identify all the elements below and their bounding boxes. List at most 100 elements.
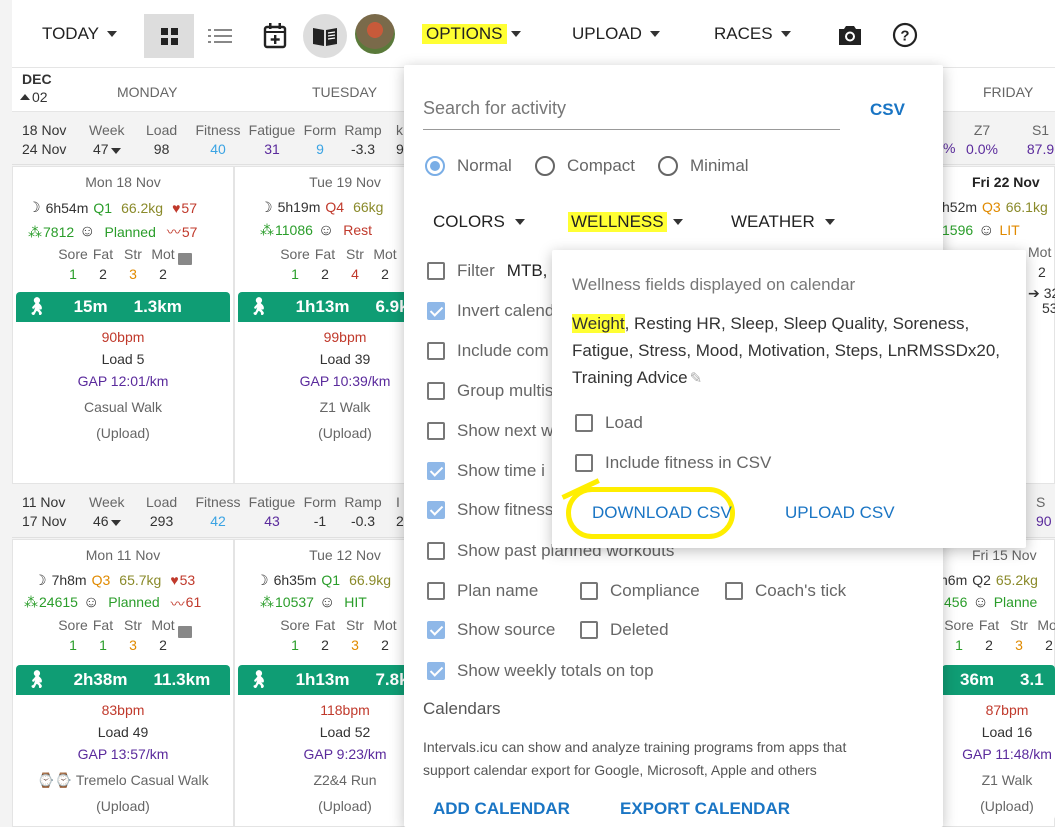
week-s1: S1 87.9	[1026, 122, 1055, 157]
week-pct: %	[943, 140, 956, 156]
cell-date: Fri 15 Nov	[972, 547, 1037, 563]
watch-icon: ⌚⌚	[37, 772, 73, 788]
weekly-totals-checkbox[interactable]: Show weekly totals on top	[427, 661, 654, 681]
chevron-up-icon	[20, 94, 30, 100]
wellness-submenu-title: Wellness fields displayed on calendar	[572, 275, 856, 294]
mode-minimal[interactable]: Minimal	[658, 156, 749, 176]
wellness-line-2: 456 ☺ Planne	[944, 594, 1038, 611]
mode-normal[interactable]: Normal	[425, 156, 512, 176]
week-number[interactable]: Week 46	[89, 493, 125, 531]
options-label: OPTIONS	[422, 24, 507, 44]
week-range: 18 Nov 24 Nov	[22, 122, 67, 157]
day-monday: MONDAY	[117, 84, 178, 100]
wellness-fields-list[interactable]: Weight, Resting HR, Sleep, Sleep Quality…	[572, 310, 1012, 392]
download-csv-button[interactable]: DOWNLOAD CSV	[592, 503, 732, 523]
comment-icon[interactable]	[178, 253, 192, 265]
comment-icon[interactable]	[178, 626, 192, 638]
activity-card[interactable]: 36m 3.1 87bpm Load 16 GAP 11:48/km Z1 Walk (U…	[942, 665, 1055, 820]
footsteps-icon: ⁂	[28, 223, 42, 240]
list-icon	[208, 29, 232, 43]
week-range: 11 Nov 17 Nov	[22, 494, 67, 529]
show-fitness-checkbox[interactable]: Show fitness	[427, 500, 553, 520]
csv-link[interactable]: CSV	[870, 100, 905, 120]
wellness-line-1: h6m Q2 65.2kg	[940, 572, 1038, 588]
camera-icon	[839, 26, 861, 45]
grid-icon	[160, 27, 178, 45]
races-label: RACES	[714, 24, 773, 43]
book-icon	[313, 28, 337, 46]
list-view-button[interactable]	[195, 14, 245, 58]
week-s: S 90	[1036, 494, 1052, 529]
walk-icon: 🚶︎	[26, 297, 48, 316]
invert-calendar-checkbox[interactable]: Invert calend	[427, 301, 554, 321]
today-dropdown[interactable]: TODAY	[42, 24, 117, 44]
add-calendar-button[interactable]: ADD CALENDAR	[433, 799, 570, 819]
plan-name-checkbox[interactable]: Plan name	[427, 581, 538, 601]
races-dropdown[interactable]: RACES	[714, 24, 791, 44]
edit-pencil-icon: ✎	[689, 370, 703, 387]
chevron-down-icon	[649, 31, 660, 37]
wellness-line-2: ⁂ 11086 ☺ Rest	[260, 222, 373, 239]
week-cut-col: k9	[396, 122, 404, 157]
export-calendar-button[interactable]: EXPORT CALENDAR	[620, 799, 790, 819]
week-ramp: Ramp -0.3	[344, 494, 382, 529]
help-button[interactable]: ?	[892, 22, 918, 48]
wellness-grid: Sore Fat Str Mot 1132	[58, 617, 175, 653]
day-number: 02	[32, 89, 48, 105]
wellness-value: 2	[1038, 264, 1046, 280]
moon-icon: ☽	[28, 199, 41, 215]
week-form: Form 9	[303, 122, 337, 157]
group-multisport-checkbox[interactable]: Group multis	[427, 381, 553, 401]
include-completed-checkbox[interactable]: Include com	[427, 341, 549, 361]
wellness-line-1: ☽ 5h19m Q4 66kg	[260, 199, 384, 215]
show-next-week-checkbox[interactable]: Show next w	[427, 421, 553, 441]
load-checkbox[interactable]: Load	[575, 413, 643, 433]
cell-date: Mon 18 Nov	[85, 174, 161, 190]
wellness-line-1: ☽ 7h8m Q3 65.7kg ♥ 53	[34, 572, 196, 588]
wellness-line-2: ⁂ 24615 ☺ Planned 〰 61	[24, 594, 202, 612]
search-input[interactable]: Search for activity	[423, 96, 840, 130]
weather-dropdown[interactable]: WEATHER	[731, 212, 835, 232]
compliance-checkbox[interactable]: Compliance	[580, 581, 700, 601]
deleted-checkbox[interactable]: Deleted	[580, 620, 669, 640]
radio-icon	[658, 156, 678, 176]
week-number[interactable]: Week 47	[89, 121, 125, 159]
plans-button[interactable]	[303, 14, 347, 58]
week-load: Load 98	[146, 122, 178, 157]
grid-view-button[interactable]	[144, 14, 194, 58]
hrv-icon: 〰	[166, 224, 181, 240]
options-dropdown[interactable]: OPTIONS	[422, 24, 521, 44]
wellness-grid: SoreFatStrMot 1232	[944, 617, 1055, 653]
week-nav[interactable]: 02	[20, 89, 48, 105]
show-source-checkbox[interactable]: Show source	[427, 620, 555, 640]
week-load: Load 293	[146, 494, 178, 529]
upload-label: UPLOAD	[572, 24, 642, 43]
activity-card[interactable]: 🚶︎ 15m 1.3km 90bpm Load 5 GAP 12:01/km Casual…	[16, 292, 230, 447]
filter-checkbox[interactable]: Filter MTB,	[427, 261, 547, 281]
calendars-title: Calendars	[423, 699, 501, 718]
wellness-line-1: ☽ 6h54m Q1 66.2kg ♥ 57	[28, 199, 197, 216]
wellness-dropdown[interactable]: WELLNESS	[568, 212, 683, 232]
week-fitness: Fitness 40	[195, 122, 241, 157]
include-fitness-csv-checkbox[interactable]: Include fitness in CSV	[575, 453, 771, 473]
chevron-down-icon	[510, 31, 521, 37]
mode-compact[interactable]: Compact	[535, 156, 635, 176]
week-ramp: Ramp -3.3	[344, 122, 382, 157]
month-label: DEC	[22, 71, 52, 87]
upload-dropdown[interactable]: UPLOAD	[572, 24, 660, 44]
cell-date: Mon 11 Nov	[85, 547, 161, 563]
screenshot-button[interactable]	[836, 22, 864, 48]
svg-text:?: ?	[900, 28, 909, 45]
add-event-button[interactable]	[260, 22, 290, 50]
avatar[interactable]	[355, 14, 395, 54]
activity-card[interactable]: 🚶︎ 2h38m 11.3km 83bpm Load 49 GAP 13:57/km ⌚⌚…	[16, 665, 230, 820]
coach-tick-checkbox[interactable]: Coach's tick	[725, 581, 846, 601]
chevron-down-icon	[107, 31, 117, 37]
upload-csv-button[interactable]: UPLOAD CSV	[785, 503, 895, 523]
wellness-line-2: ⁂ 7812 ☺ Planned 〰 57	[28, 223, 198, 240]
cell-extra: ➔3253	[1028, 285, 1055, 316]
wellness-line-1: h52m Q3 66.1kg	[942, 199, 1048, 215]
mood-icon: ☺	[79, 223, 96, 240]
show-time-checkbox[interactable]: Show time i	[427, 461, 545, 481]
colors-dropdown[interactable]: COLORS	[433, 212, 525, 232]
